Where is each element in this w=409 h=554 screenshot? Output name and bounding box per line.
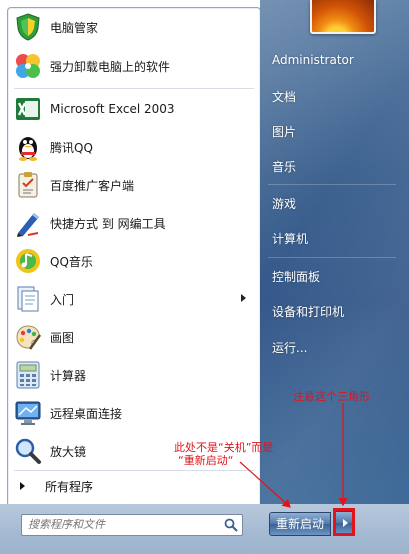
program-excel[interactable]: Microsoft Excel 2003 xyxy=(8,92,260,126)
program-label: 计算器 xyxy=(50,368,87,383)
program-remote-desktop[interactable]: 远程桌面连接 xyxy=(8,396,260,430)
program-calculator[interactable]: 计算器 xyxy=(8,358,260,392)
penguin-icon xyxy=(13,132,43,162)
search-input[interactable] xyxy=(28,517,218,532)
highlight-box xyxy=(333,508,355,536)
program-label: 强力卸载电脑上的软件 xyxy=(50,59,171,74)
documents-link[interactable]: 文档 xyxy=(272,88,296,105)
program-label: 腾讯QQ xyxy=(50,140,93,155)
program-web-tool-shortcut[interactable]: 快捷方式 到 网编工具 xyxy=(8,206,260,240)
all-programs-button[interactable]: 所有程序 xyxy=(8,474,260,498)
program-label: 画图 xyxy=(50,330,75,345)
pictures-link[interactable]: 图片 xyxy=(272,123,296,140)
program-qq[interactable]: 腾讯QQ xyxy=(8,130,260,164)
calculator-icon xyxy=(13,360,43,390)
program-label: QQ音乐 xyxy=(50,254,93,269)
search-icon[interactable] xyxy=(224,518,238,532)
submenu-arrow-icon xyxy=(241,294,246,302)
program-label: Microsoft Excel 2003 xyxy=(50,102,175,116)
annotation-note: 注意这个三角形 xyxy=(293,390,370,403)
music-link[interactable]: 音乐 xyxy=(272,158,296,175)
computer-link[interactable]: 计算机 xyxy=(272,230,308,247)
user-name-link[interactable]: Administrator xyxy=(272,53,354,67)
right-panel xyxy=(260,0,409,504)
search-box[interactable] xyxy=(21,514,243,536)
program-uninstaller[interactable]: 强力卸载电脑上的软件 xyxy=(8,49,260,83)
control-panel-link[interactable]: 控制面板 xyxy=(272,268,320,285)
music-icon xyxy=(13,246,43,276)
program-label: 入门 xyxy=(50,292,75,307)
palette-icon xyxy=(13,322,43,352)
program-label: 电脑管家 xyxy=(50,20,99,35)
devices-printers-link[interactable]: 设备和打印机 xyxy=(272,303,344,320)
excel-icon xyxy=(13,94,43,124)
program-paint[interactable]: 画图 xyxy=(8,320,260,354)
program-baidu-promo[interactable]: 百度推广客户端 xyxy=(8,168,260,202)
annotation-note: “重新启动“ xyxy=(178,454,234,467)
divider xyxy=(14,88,254,89)
all-programs-label: 所有程序 xyxy=(45,479,94,494)
user-picture[interactable] xyxy=(310,0,376,34)
program-label: 快捷方式 到 网编工具 xyxy=(50,216,166,231)
divider xyxy=(268,184,396,185)
divider xyxy=(268,257,396,258)
program-label: 百度推广客户端 xyxy=(50,178,135,193)
document-icon xyxy=(13,284,43,314)
divider xyxy=(14,470,254,471)
shield-icon xyxy=(13,12,43,42)
program-pc-manager[interactable]: 电脑管家 xyxy=(8,10,260,44)
monitor-icon xyxy=(13,398,43,428)
program-label: 放大镜 xyxy=(50,444,87,459)
pinwheel-icon xyxy=(13,51,43,81)
expand-arrow-icon xyxy=(20,482,25,490)
restart-button[interactable]: 重新启动 xyxy=(269,512,331,536)
program-label: 远程桌面连接 xyxy=(50,406,123,421)
program-getting-started[interactable]: 入门 xyxy=(8,282,260,316)
games-link[interactable]: 游戏 xyxy=(272,195,296,212)
program-qq-music[interactable]: QQ音乐 xyxy=(8,244,260,278)
pen-icon xyxy=(13,208,43,238)
magnifier-icon xyxy=(13,436,43,466)
run-link[interactable]: 运行... xyxy=(272,339,307,356)
programs-panel: 电脑管家 强力卸载电脑上的软件 Microsoft Excel 2003 腾讯Q… xyxy=(7,7,261,508)
clipboard-icon xyxy=(13,170,43,200)
